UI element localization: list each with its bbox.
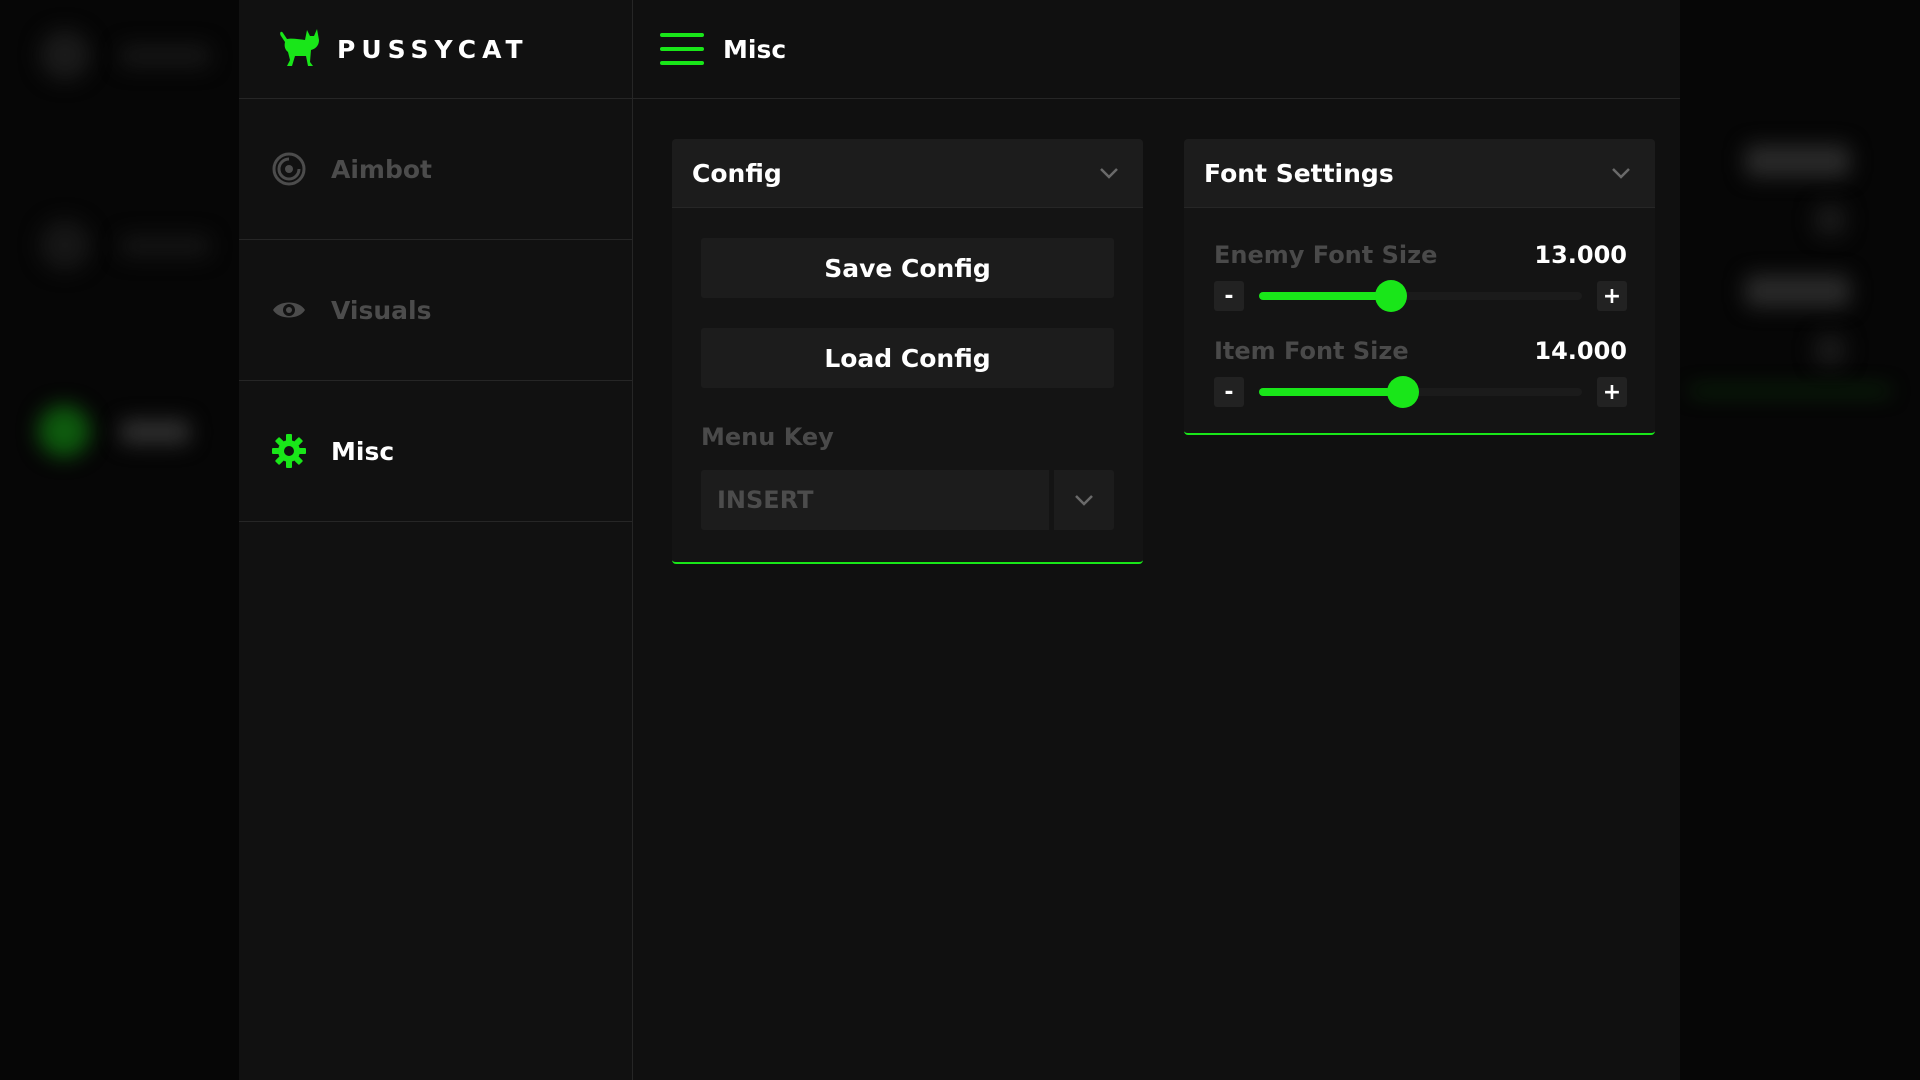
config-panel-header[interactable]: Config xyxy=(672,139,1143,208)
load-config-button[interactable]: Load Config xyxy=(701,328,1114,388)
font-settings-header[interactable]: Font Settings xyxy=(1184,139,1655,208)
slider-track[interactable] xyxy=(1259,376,1582,408)
sidebar: PUSSYCAT Aimbot Visuals Misc xyxy=(239,0,633,1080)
cat-icon xyxy=(277,26,321,72)
gear-icon xyxy=(271,433,307,469)
sidebar-item-misc[interactable]: Misc xyxy=(239,381,632,522)
page-title: Misc xyxy=(723,34,787,64)
sidebar-item-visuals[interactable]: Visuals xyxy=(239,240,632,381)
menu-key-label: Menu Key xyxy=(701,423,834,451)
brand: PUSSYCAT xyxy=(239,0,632,99)
sidebar-item-label: Misc xyxy=(331,436,395,466)
slider-value: 14.000 xyxy=(1534,337,1627,365)
config-panel: Config Save Config Load Config Menu Key … xyxy=(672,139,1143,564)
slider-label: Item Font Size xyxy=(1214,337,1409,365)
chevron-down-icon[interactable] xyxy=(1609,161,1633,185)
decrement-button[interactable]: - xyxy=(1214,281,1244,311)
decrement-button[interactable]: - xyxy=(1214,377,1244,407)
font-settings-panel: Font Settings Enemy Font Size 13.000 - +… xyxy=(1184,139,1655,435)
sidebar-item-aimbot[interactable]: Aimbot xyxy=(239,99,632,240)
slider-track[interactable] xyxy=(1259,280,1582,312)
menu-window: PUSSYCAT Aimbot Visuals Misc Misc Config… xyxy=(239,0,1680,1080)
slider-fill xyxy=(1259,292,1392,300)
slider-thumb[interactable] xyxy=(1375,280,1408,312)
sidebar-item-label: Aimbot xyxy=(331,154,432,184)
target-icon xyxy=(271,151,307,187)
sidebar-item-label: Visuals xyxy=(331,295,432,325)
header: Misc xyxy=(633,0,1680,99)
brand-name: PUSSYCAT xyxy=(337,34,529,64)
chevron-down-icon[interactable] xyxy=(1054,470,1114,530)
slider-fill xyxy=(1259,388,1404,396)
slider-label: Enemy Font Size xyxy=(1214,241,1438,269)
hamburger-icon[interactable] xyxy=(660,33,704,65)
panel-title: Config xyxy=(692,158,782,188)
increment-button[interactable]: + xyxy=(1597,281,1627,311)
eye-icon xyxy=(271,292,307,328)
chevron-down-icon[interactable] xyxy=(1097,161,1121,185)
increment-button[interactable]: + xyxy=(1597,377,1627,407)
save-config-button[interactable]: Save Config xyxy=(701,238,1114,298)
panel-title: Font Settings xyxy=(1204,158,1394,188)
menu-key-value[interactable]: INSERT xyxy=(701,470,1049,530)
menu-key-select[interactable]: INSERT xyxy=(701,470,1114,530)
slider-value: 13.000 xyxy=(1534,241,1627,269)
slider-thumb[interactable] xyxy=(1387,376,1420,408)
